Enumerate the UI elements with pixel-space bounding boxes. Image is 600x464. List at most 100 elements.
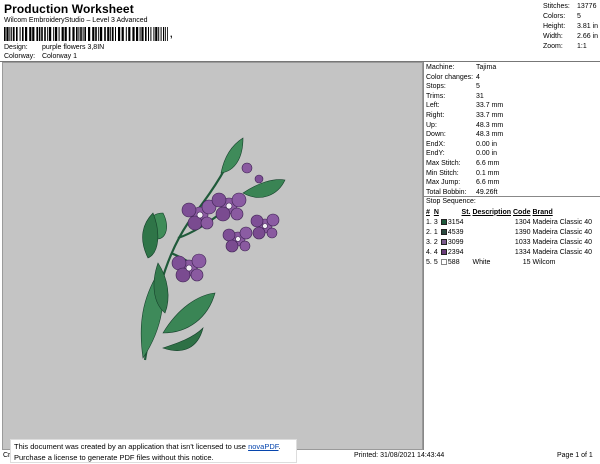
barcode-bar <box>72 27 75 41</box>
cell-brand-text: Wilcom <box>532 258 556 266</box>
barcode-bar <box>88 27 91 41</box>
table-row: 2. 1 4539 1390 Madeira Classic 40 <box>425 227 593 237</box>
col-description: Description <box>472 208 511 216</box>
barcode-bar <box>141 27 144 41</box>
machine-info-panel: Machine: Tajima Color changes: 4 Stops: 5 T… <box>426 63 503 197</box>
info-row: Up: 48.3 mm <box>426 121 503 131</box>
barcode-bar <box>6 27 9 41</box>
info-row: Down: 48.3 mm <box>426 130 503 140</box>
info-row: Left: 33.7 mm <box>426 101 503 111</box>
info-row: EndY: 0.00 in <box>426 149 503 159</box>
info-value: Tajima <box>476 64 497 71</box>
col-st: St. <box>461 208 471 216</box>
info-label: Down: <box>426 131 446 139</box>
cell-n-text: 3 <box>433 218 438 226</box>
barcode-bar <box>47 27 49 41</box>
info-row: EndX: 0.00 in <box>426 140 503 150</box>
info-label: Right: <box>426 111 445 119</box>
table-row: 1. 3 3154 1304 Madeira Classic 40 <box>425 217 593 227</box>
info-row: Min Stitch: 0.1 mm <box>426 169 503 179</box>
stop-sequence-table: # N St. Description Code Brand 1. 3 3154 13… <box>425 207 593 267</box>
barcode-bar <box>128 27 131 41</box>
page-title: Production Worksheet <box>4 2 134 16</box>
notice-text: This document was created by an applicat… <box>14 442 249 451</box>
stat-row: Width: 2.66 in <box>543 32 600 42</box>
barcode-bar <box>110 27 112 41</box>
barcode-bar <box>139 27 141 41</box>
info-value: 5 <box>476 83 480 91</box>
info-label: EndY: <box>426 150 445 158</box>
cell-n: 1 <box>433 227 440 237</box>
cell-description <box>471 237 512 247</box>
barcode-bar <box>104 27 106 41</box>
stop-sequence-title: Stop Sequence: <box>426 198 476 205</box>
info-label: Trims: <box>426 92 446 100</box>
barcode-bar <box>167 27 168 41</box>
table-row: 4. 4 2394 1334 Madeira Classic 40 <box>425 247 593 257</box>
info-row: Machine: Tajima <box>426 63 503 73</box>
barcode-bar <box>112 27 114 41</box>
cell-code-text: 15 <box>522 258 531 266</box>
cell-code: 1304 <box>512 217 532 227</box>
design-preview <box>2 62 423 450</box>
cell-description: White <box>471 257 512 267</box>
info-label: Max Stitch: <box>426 159 461 167</box>
cell-brand-text: Madeira Classic 40 <box>532 238 593 246</box>
barcode-bar <box>25 27 28 41</box>
flower <box>250 213 280 240</box>
barcode-bar <box>61 27 64 41</box>
barcode-bar <box>118 27 121 41</box>
info-value: 48.3 mm <box>476 131 504 139</box>
info-row: Color changes: 4 <box>426 73 503 83</box>
barcode-bar <box>125 27 127 41</box>
design-value: purple flowers 3,8IN <box>41 44 105 51</box>
barcode-bar <box>82 27 84 41</box>
cell-n-text: 1 <box>433 228 438 236</box>
info-label: Stops: <box>426 83 446 91</box>
barcode-bar <box>32 27 35 41</box>
colorway-row: Colorway: Colorway 1 <box>4 53 77 60</box>
info-label: Machine: <box>426 64 455 71</box>
stats-panel: Stitches: 13776 Colors: 5 Height: 3.81 in W… <box>543 2 600 52</box>
barcode-bar <box>13 27 15 41</box>
printed-timestamp: Printed: 31/08/2021 14:43:44 <box>354 452 445 459</box>
info-value: 6.6 mm <box>476 159 500 167</box>
cell-num-text: 2. <box>426 228 432 236</box>
barcode-bar <box>160 27 162 41</box>
info-label: Color changes: <box>426 73 474 81</box>
color-swatch <box>440 228 447 235</box>
info-row: Max Jump: 6.6 mm <box>426 178 503 188</box>
info-row: Trims: 31 <box>426 92 503 102</box>
cell-st: 3154 <box>440 217 472 227</box>
stat-row: Zoom: 1:1 <box>543 42 600 52</box>
stat-value: 5 <box>577 13 581 20</box>
barcode-bar <box>78 27 80 41</box>
info-value: 6.6 mm <box>476 179 500 187</box>
cell-brand-text: Madeira Classic 40 <box>532 218 593 226</box>
stat-label: Colors: <box>543 13 566 20</box>
cell-description <box>471 217 512 227</box>
stat-label: Stitches: <box>543 3 570 10</box>
cell-brand: Madeira Classic 40 <box>532 237 594 247</box>
info-value: 33.7 mm <box>476 111 504 119</box>
stat-label: Height: <box>543 23 566 30</box>
barcode-bar <box>55 27 58 41</box>
cell-st: 2394 <box>440 247 472 257</box>
flower <box>222 226 253 253</box>
cell-num-text: 4. <box>426 248 432 256</box>
barcode-bar <box>58 27 60 41</box>
cell-n: 4 <box>433 247 440 257</box>
colorway-label: Colorway: <box>4 53 36 60</box>
cell-n-text: 5 <box>433 258 438 266</box>
cell-st: 588 <box>440 257 472 267</box>
novapdf-link[interactable]: novaPDF <box>248 442 278 451</box>
table-row: 3. 2 3099 1033 Madeira Classic 40 <box>425 237 593 247</box>
cell-st-text: 2394 <box>447 248 464 256</box>
info-value: 0.00 in <box>476 140 498 148</box>
cell-st-text: 3099 <box>447 238 464 246</box>
barcode-bar <box>153 27 155 41</box>
barcode-bar <box>41 27 43 41</box>
cell-brand: Madeira Classic 40 <box>532 217 594 227</box>
cell-n-text: 2 <box>433 238 438 246</box>
barcode-bar <box>132 27 135 41</box>
